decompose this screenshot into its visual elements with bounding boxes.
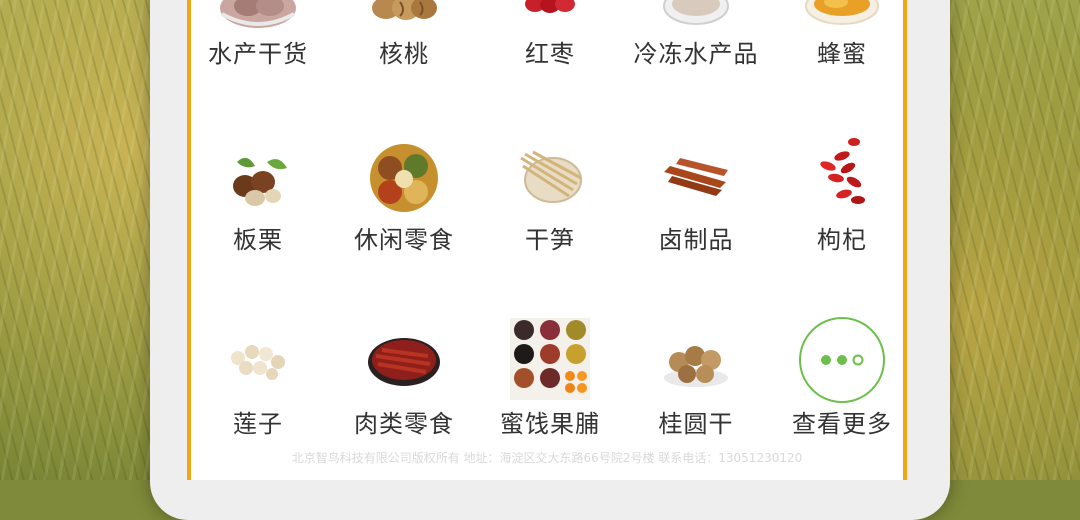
category-dried-seafood[interactable]: 水产干货 <box>185 0 331 80</box>
category-label: 肉类零食 <box>354 410 454 438</box>
candied-fruit-icon <box>510 318 590 400</box>
snack-icon <box>370 144 438 212</box>
category-label: 休闲零食 <box>354 226 454 254</box>
more-icon <box>799 317 885 403</box>
category-label: 干笋 <box>525 226 575 254</box>
category-label: 蜜饯果脯 <box>500 410 600 438</box>
category-label: 板栗 <box>233 226 283 254</box>
category-braised-food[interactable]: 卤制品 <box>623 140 769 254</box>
app-screen: 水产干货 核桃 红枣 冷冻水产品 蜂蜜 板栗 休闲零食 干笋 卤制品 枸杞 莲子… <box>187 0 907 480</box>
walnut-icon <box>372 0 437 20</box>
copyright-footer: 北京智鸟科技有限公司版权所有 地址：海淀区交大东路66号院2号楼 联系电话：13… <box>291 451 803 465</box>
category-grid: 水产干货 核桃 红枣 冷冻水产品 蜂蜜 板栗 休闲零食 干笋 卤制品 枸杞 莲子… <box>191 0 903 440</box>
category-label: 莲子 <box>233 410 283 438</box>
chestnut-icon <box>233 157 287 206</box>
honey-icon <box>805 0 879 25</box>
category-label: 查看更多 <box>792 410 892 438</box>
category-label: 枸杞 <box>817 226 867 254</box>
category-label: 红枣 <box>525 40 575 68</box>
jerky-icon <box>368 338 440 386</box>
category-jerky[interactable]: 肉类零食 <box>331 320 477 438</box>
category-candied-fruit[interactable]: 蜜饯果脯 <box>477 318 623 438</box>
category-frozen-seafood[interactable]: 冷冻水产品 <box>623 0 769 80</box>
category-label: 卤制品 <box>658 226 734 254</box>
category-chestnut[interactable]: 板栗 <box>185 140 331 254</box>
category-more[interactable]: 查看更多 <box>769 317 915 438</box>
braised-food-icon <box>664 158 728 196</box>
category-snack[interactable]: 休闲零食 <box>331 140 477 254</box>
red-date-icon <box>525 0 575 13</box>
category-red-date[interactable]: 红枣 <box>477 0 623 80</box>
goji-icon <box>820 138 865 204</box>
category-longan[interactable]: 桂圆干 <box>623 320 769 438</box>
category-goji[interactable]: 枸杞 <box>769 138 915 254</box>
category-label: 蜂蜜 <box>817 40 867 68</box>
lotus-seed-icon <box>231 345 285 380</box>
category-label: 核桃 <box>379 40 429 68</box>
category-label: 水产干货 <box>208 40 308 68</box>
category-label: 冷冻水产品 <box>633 40 759 68</box>
dried-bamboo-shoot-icon <box>520 150 582 203</box>
category-dried-bamboo-shoot[interactable]: 干笋 <box>477 140 623 254</box>
category-lotus-seed[interactable]: 莲子 <box>185 320 331 438</box>
longan-icon <box>664 346 728 387</box>
frozen-seafood-icon <box>663 0 729 25</box>
category-walnut[interactable]: 核桃 <box>331 0 477 80</box>
category-label: 桂圆干 <box>658 410 734 438</box>
category-honey[interactable]: 蜂蜜 <box>769 0 915 80</box>
dried-seafood-icon <box>220 0 296 28</box>
